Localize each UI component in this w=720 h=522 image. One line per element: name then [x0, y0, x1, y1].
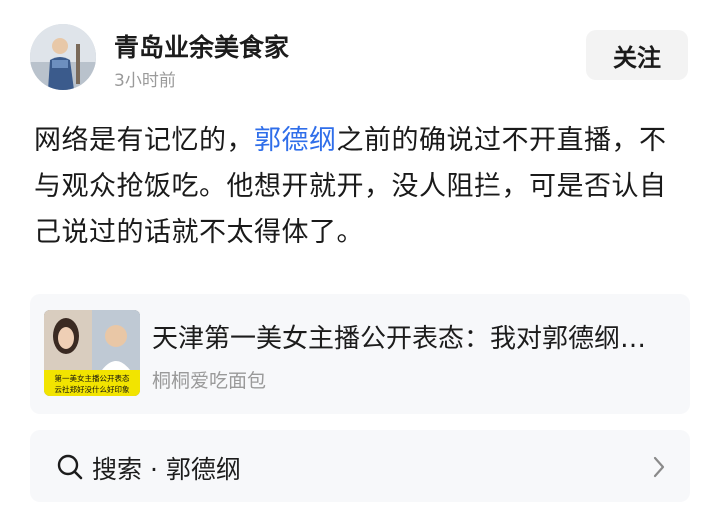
card-title: 天津第一美女主播公开表态：我对郭德纲没什么好印象: [152, 324, 672, 354]
post-time: 3小时前: [114, 71, 176, 91]
card-thumbnail: 第一美女主播公开表态 云社郑好没什么好印象: [44, 310, 140, 396]
avatar[interactable]: [30, 24, 96, 90]
thumb-caption-1: 第一美女主播公开表态: [55, 373, 130, 383]
chevron-right-icon: [653, 456, 665, 478]
search-label: 搜索 · 郭德纲: [92, 455, 241, 484]
author-name[interactable]: 青岛业余美食家: [114, 28, 289, 64]
topic-link[interactable]: 郭德纲: [254, 125, 337, 156]
related-search-bar[interactable]: 搜索 · 郭德纲: [30, 430, 690, 502]
linked-article-card[interactable]: 第一美女主播公开表态 云社郑好没什么好印象 天津第一美女主播公开表态：我对郭德纲…: [30, 294, 690, 414]
post-text: 网络是有记忆的，郭德纲之前的确说过不开直播，不与观众抢饭吃。他想开就开，没人阻拦…: [34, 118, 689, 256]
follow-button[interactable]: 关注: [586, 30, 688, 80]
thumbnail-image: 第一美女主播公开表态 云社郑好没什么好印象: [44, 310, 140, 396]
search-icon: [57, 454, 83, 480]
card-source: 桐桐爱吃面包: [152, 370, 267, 392]
thumb-caption-2: 云社郑好没什么好印象: [55, 384, 130, 394]
avatar-image: [30, 24, 96, 90]
post-header: 青岛业余美食家 3小时前 关注: [30, 22, 690, 92]
post-text-before: 网络是有记忆的，: [34, 125, 254, 156]
